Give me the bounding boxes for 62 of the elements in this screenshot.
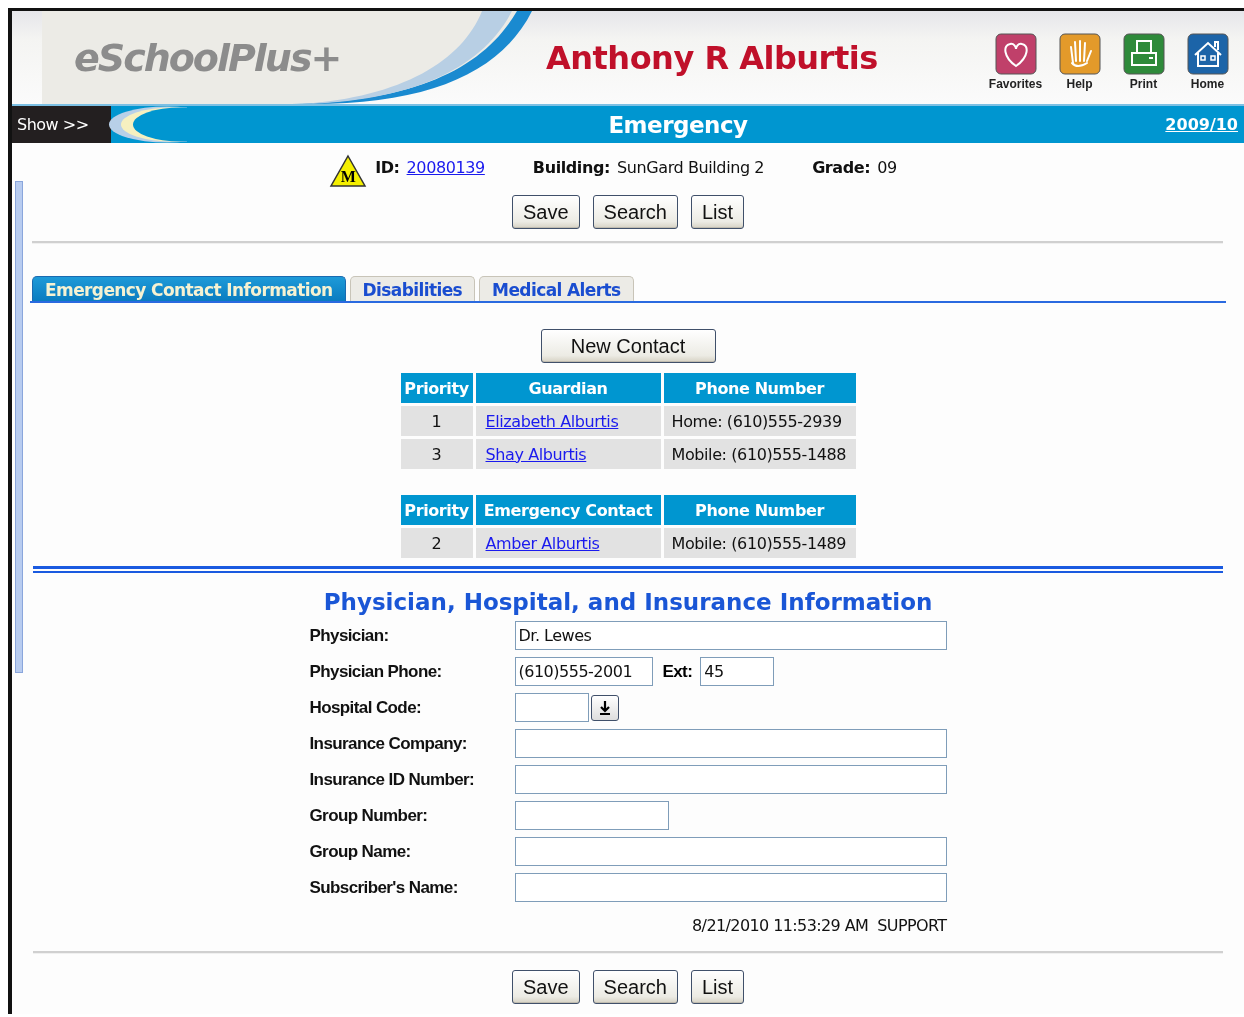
download-icon	[597, 699, 612, 716]
field-label: ID:	[375, 157, 400, 177]
input-field[interactable]	[514, 801, 669, 830]
input-field[interactable]	[514, 765, 947, 794]
table-cell: 3	[400, 439, 473, 469]
field-label: Physician Phone:	[309, 660, 443, 683]
printer-icon	[1122, 32, 1165, 75]
section-heading: Physician, Hospital, and Insurance Information	[323, 589, 933, 615]
page-title: Emergency	[607, 111, 749, 138]
action-button[interactable]: Save	[511, 195, 580, 229]
input-field[interactable]	[514, 693, 589, 722]
action-button[interactable]: List	[690, 970, 745, 1004]
show-panel-link[interactable]: Show >>	[12, 106, 111, 143]
input-field[interactable]: 45	[700, 657, 775, 686]
action-button[interactable]: Search	[592, 195, 678, 229]
column-header: Phone Number	[663, 373, 856, 403]
field-label: Insurance ID Number:	[309, 768, 476, 791]
alert-badge-icon: M	[329, 154, 368, 188]
action-button[interactable]: List	[690, 195, 745, 229]
column-header: Emergency Contact	[475, 495, 661, 525]
input-field[interactable]	[514, 873, 947, 902]
field-label: Insurance Company:	[309, 732, 468, 755]
field-label: Grade:	[812, 157, 871, 177]
house-icon	[1186, 32, 1229, 75]
input-field[interactable]	[514, 837, 947, 866]
field-label: Group Number:	[309, 804, 429, 827]
field-label: Hospital Code:	[309, 696, 423, 719]
table-cell: Home: (610)555-2939	[663, 406, 856, 436]
table-cell: 1	[400, 406, 473, 436]
input-field[interactable]	[514, 729, 947, 758]
toolbar-button[interactable]: Print	[1117, 32, 1170, 91]
action-button[interactable]: Search	[592, 970, 678, 1004]
column-header: Guardian	[475, 373, 661, 403]
field-label: Subscriber's Name:	[309, 876, 459, 899]
table-cell: 2	[400, 528, 473, 558]
field-label: Building:	[532, 157, 610, 177]
input-field[interactable]: Dr. Lewes	[514, 621, 947, 650]
student-id-link[interactable]: 20080139	[406, 157, 485, 177]
column-header: Priority	[400, 373, 473, 403]
toolbar-button[interactable]: Favorites	[989, 32, 1042, 91]
building-value: SunGard Building 2	[617, 157, 765, 177]
grade-value: 09	[877, 157, 897, 177]
audit-text: 8/21/2010 11:53:29 AM SUPPORT	[692, 916, 947, 935]
table-cell: Mobile: (610)555-1488	[663, 439, 856, 469]
lookup-button[interactable]	[590, 694, 619, 721]
table-cell: Mobile: (610)555-1489	[663, 528, 856, 558]
column-header: Phone Number	[663, 495, 856, 525]
app-logo: eSchoolPlus+	[74, 35, 342, 80]
field-label: Ext:	[662, 661, 693, 682]
student-name: Anthony R Alburtis	[546, 38, 879, 77]
toolbar-button[interactable]: Home	[1181, 32, 1234, 91]
tab[interactable]: Medical Alerts	[479, 276, 634, 301]
field-label: Physician:	[309, 624, 390, 647]
input-field[interactable]: (610)555-2001	[514, 657, 653, 686]
toolbar-button[interactable]: Help	[1053, 32, 1106, 91]
action-button[interactable]: Save	[511, 970, 580, 1004]
splitter-bar[interactable]	[15, 181, 23, 673]
tab[interactable]: Disabilities	[349, 276, 476, 301]
hand-icon	[1058, 32, 1101, 75]
new-contact-button[interactable]: New Contact	[540, 329, 716, 363]
field-label: Group Name:	[309, 840, 412, 863]
column-header: Priority	[400, 495, 473, 525]
